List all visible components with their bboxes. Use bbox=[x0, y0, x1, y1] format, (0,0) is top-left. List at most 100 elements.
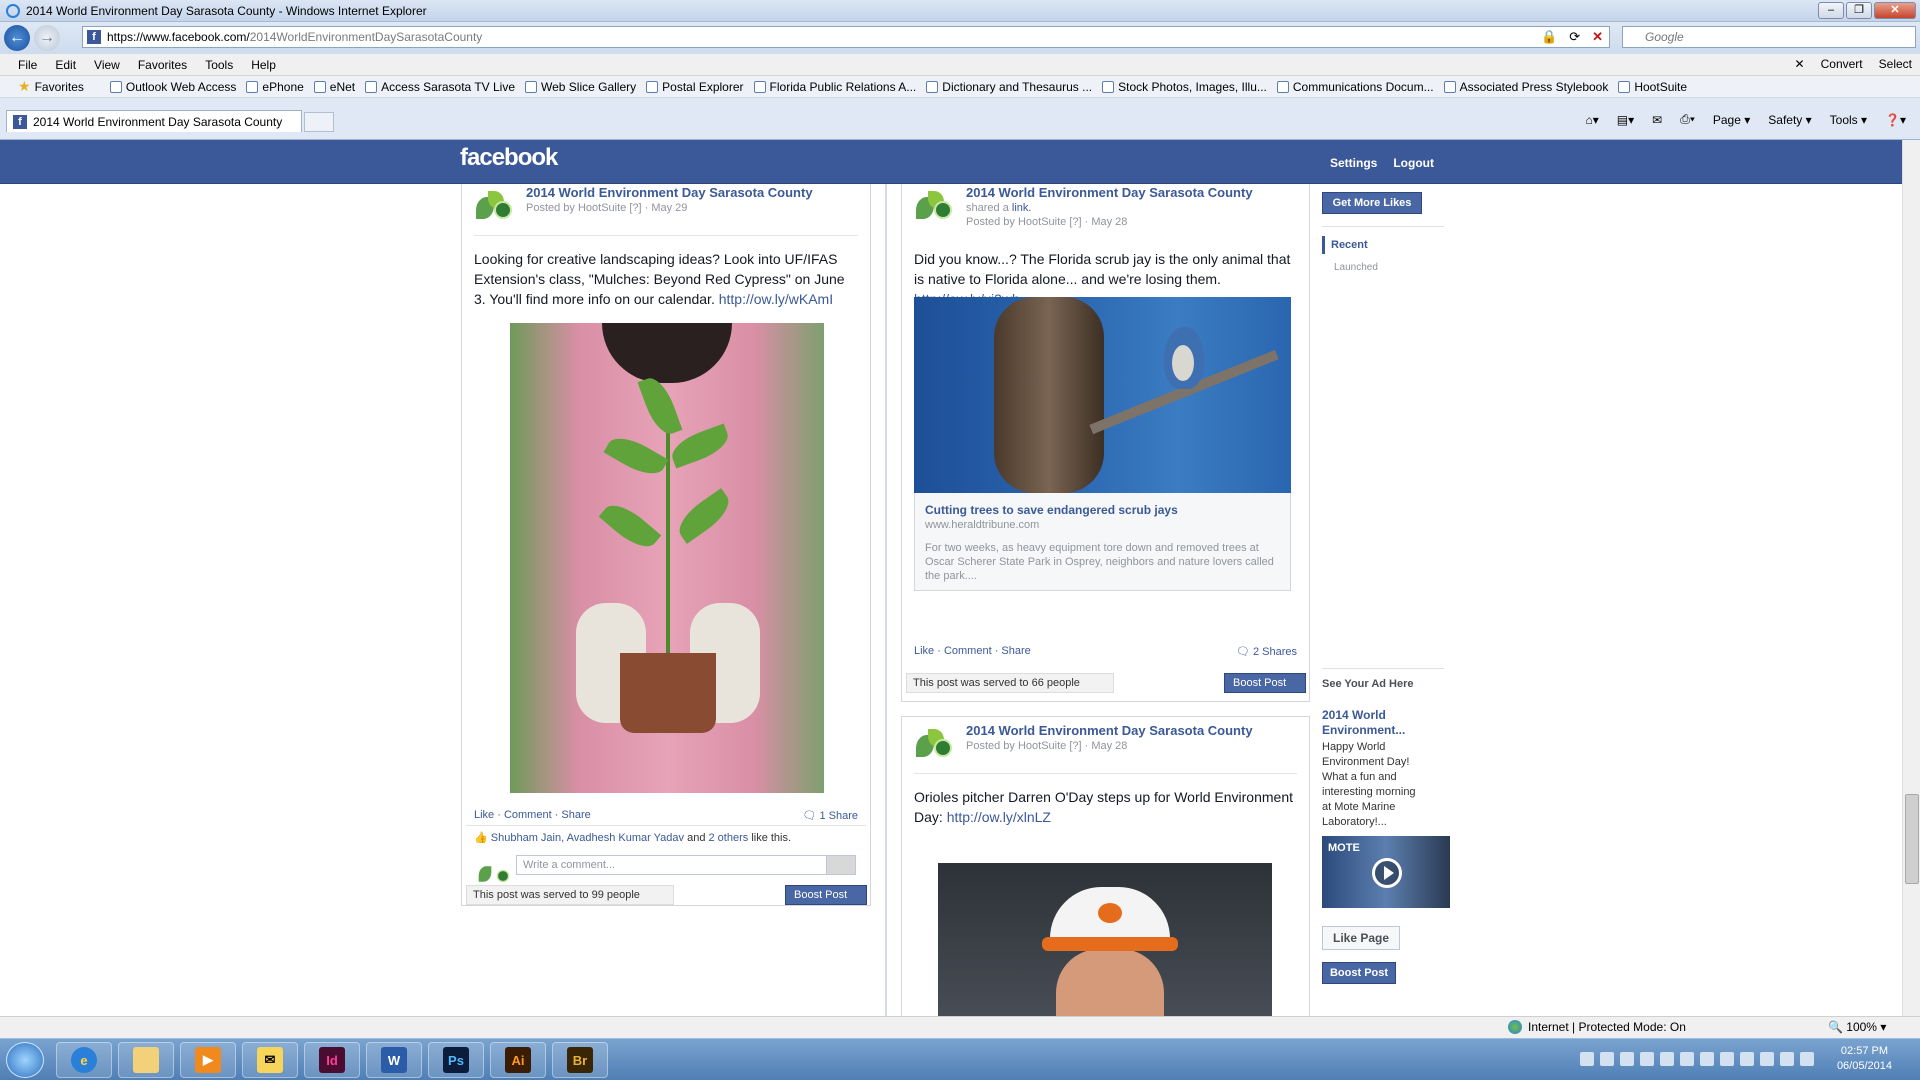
tab-title: 2014 World Environment Day Sarasota Coun… bbox=[33, 114, 283, 129]
taskbar-outlook[interactable]: ✉ bbox=[242, 1042, 298, 1078]
select-button[interactable]: Select bbox=[1879, 57, 1912, 71]
zoom-level[interactable]: 🔍 100% ▾ bbox=[1828, 1020, 1886, 1034]
address-toolbar: ← → f https://www.facebook.com/2014World… bbox=[0, 22, 1920, 54]
lock-icon[interactable]: 🔒 bbox=[1541, 29, 1557, 45]
settings-link[interactable]: Settings bbox=[1330, 156, 1377, 170]
favorite-dictionary[interactable]: Dictionary and Thesaurus ... bbox=[926, 80, 1092, 94]
shared-link[interactable]: link. bbox=[1012, 202, 1032, 214]
taskbar-illustrator[interactable]: Ai bbox=[490, 1042, 546, 1078]
menu-help[interactable]: Help bbox=[251, 58, 276, 72]
favorite-hootsuite[interactable]: HootSuite bbox=[1618, 80, 1687, 94]
share-icon: 🗨 bbox=[802, 810, 817, 822]
favorite-postal-explorer[interactable]: Postal Explorer bbox=[646, 80, 744, 94]
ad-video[interactable]: MOTE bbox=[1322, 836, 1450, 908]
page-menu[interactable]: Page ▾ bbox=[1713, 113, 1750, 127]
shares-count[interactable]: 🗨 1 Share bbox=[802, 809, 858, 822]
sidebar-boost-post-button[interactable]: Boost Post bbox=[1322, 962, 1396, 984]
camera-button[interactable] bbox=[826, 855, 856, 875]
comment-input[interactable]: Write a comment... bbox=[516, 855, 828, 875]
favorite-ap-stylebook[interactable]: Associated Press Stylebook bbox=[1443, 80, 1608, 94]
favorite-ephone[interactable]: ePhone bbox=[246, 80, 304, 94]
post-link[interactable]: http://ow.ly/wKAmI bbox=[719, 291, 833, 307]
taskbar-bridge[interactable]: Br bbox=[552, 1042, 608, 1078]
menu-tools[interactable]: Tools bbox=[205, 58, 233, 72]
facebook-logo[interactable]: facebook bbox=[460, 144, 558, 172]
close-toolbar-icon[interactable]: ✕ bbox=[1795, 57, 1805, 71]
new-tab-button[interactable] bbox=[304, 112, 334, 132]
feeds-icon[interactable]: ▤▾ bbox=[1617, 113, 1634, 127]
taskbar-indesign[interactable]: Id bbox=[304, 1042, 360, 1078]
tab-active[interactable]: f 2014 World Environment Day Sarasota Co… bbox=[6, 110, 302, 132]
taskbar-photoshop[interactable]: Ps bbox=[428, 1042, 484, 1078]
launched-link[interactable]: Launched bbox=[1334, 262, 1378, 273]
recent-link[interactable]: Recent bbox=[1322, 236, 1368, 254]
help-icon[interactable]: ❓▾ bbox=[1885, 113, 1906, 127]
post-link[interactable]: http://ow.ly/xlnLZ bbox=[947, 809, 1051, 825]
boost-post-button[interactable]: Boost Post ⌄ bbox=[785, 885, 867, 914]
tools-menu[interactable]: Tools ▾ bbox=[1830, 113, 1867, 127]
play-icon[interactable] bbox=[1372, 858, 1402, 888]
boost-post-button[interactable]: Boost Post ⌄ bbox=[1224, 673, 1306, 702]
ad-text: Happy World Environment Day! What a fun … bbox=[1322, 741, 1416, 828]
menu-bar: File Edit View Favorites Tools Help ✕ Co… bbox=[0, 54, 1920, 76]
minimize-button[interactable]: – bbox=[1818, 2, 1844, 19]
taskbar-clock[interactable]: 02:57 PM 06/05/2014 bbox=[1837, 1044, 1892, 1074]
taskbar-internet-explorer[interactable]: e bbox=[56, 1042, 112, 1078]
favorite-florida-pr[interactable]: Florida Public Relations A... bbox=[753, 80, 916, 94]
ad-title[interactable]: 2014 World Environment... bbox=[1322, 708, 1442, 738]
post-actions[interactable]: Like · Comment · Share 🗨 2 Shares bbox=[914, 645, 1297, 658]
favorite-communications[interactable]: Communications Docum... bbox=[1276, 80, 1434, 94]
shared-link-label: shared a link. bbox=[966, 202, 1032, 214]
security-zone[interactable]: Internet | Protected Mode: On bbox=[1508, 1020, 1686, 1034]
address-input[interactable]: f https://www.facebook.com/2014WorldEnvi… bbox=[82, 26, 1610, 48]
scrollbar-thumb[interactable] bbox=[1905, 794, 1919, 884]
page-avatar[interactable] bbox=[914, 185, 956, 221]
forward-button[interactable]: → bbox=[34, 25, 60, 51]
post-author[interactable]: 2014 World Environment Day Sarasota Coun… bbox=[966, 185, 1253, 200]
mail-icon[interactable]: ✉ bbox=[1652, 113, 1662, 127]
taskbar-media-player[interactable]: ▶ bbox=[180, 1042, 236, 1078]
back-button[interactable]: ← bbox=[4, 25, 30, 51]
convert-button[interactable]: Convert bbox=[1821, 57, 1863, 71]
post-author[interactable]: 2014 World Environment Day Sarasota Coun… bbox=[966, 723, 1253, 738]
menu-favorites[interactable]: Favorites bbox=[138, 58, 187, 72]
internet-globe-icon bbox=[1508, 1020, 1522, 1034]
menu-edit[interactable]: Edit bbox=[55, 58, 76, 72]
taskbar-explorer[interactable] bbox=[118, 1042, 174, 1078]
post-actions[interactable]: Like · Comment · Share 🗨 1 Share bbox=[474, 809, 858, 822]
system-tray[interactable] bbox=[1580, 1052, 1814, 1066]
menu-file[interactable]: File bbox=[18, 58, 37, 72]
logout-link[interactable]: Logout bbox=[1393, 156, 1434, 170]
post-photo[interactable] bbox=[510, 323, 824, 793]
shares-count[interactable]: 🗨 2 Shares bbox=[1236, 645, 1297, 658]
home-icon[interactable]: ⌂▾ bbox=[1586, 113, 1599, 127]
get-more-likes-button[interactable]: Get More Likes bbox=[1322, 192, 1422, 214]
menu-view[interactable]: View bbox=[94, 58, 120, 72]
print-icon[interactable]: ⎙▾ bbox=[1680, 112, 1695, 127]
page-scrollbar[interactable] bbox=[1902, 140, 1920, 1016]
attachment-title[interactable]: Cutting trees to save endangered scrub j… bbox=[925, 503, 1280, 517]
maximize-button[interactable]: ❐ bbox=[1846, 2, 1872, 19]
favorites-button[interactable]: ★ Favorites bbox=[18, 78, 84, 95]
taskbar-word[interactable]: W bbox=[366, 1042, 422, 1078]
post-author[interactable]: 2014 World Environment Day Sarasota Coun… bbox=[526, 185, 813, 200]
favorite-stock-photos[interactable]: Stock Photos, Images, Illu... bbox=[1102, 80, 1267, 94]
link-preview-image[interactable] bbox=[914, 297, 1291, 493]
ie-icon bbox=[6, 3, 20, 18]
facebook-header: facebook Settings Logout bbox=[0, 140, 1902, 184]
safety-menu[interactable]: Safety ▾ bbox=[1768, 113, 1811, 127]
favorite-web-slice[interactable]: Web Slice Gallery bbox=[525, 80, 636, 94]
refresh-icon[interactable]: ⟳ bbox=[1569, 29, 1580, 45]
favorite-enet[interactable]: eNet bbox=[313, 80, 355, 94]
favorite-outlook[interactable]: Outlook Web Access bbox=[109, 80, 236, 94]
close-window-button[interactable]: ✕ bbox=[1874, 2, 1916, 19]
start-button[interactable] bbox=[6, 1042, 44, 1078]
page-avatar[interactable] bbox=[474, 185, 516, 221]
post-photo[interactable] bbox=[938, 863, 1272, 1016]
favorite-access-sarasota[interactable]: Access Sarasota TV Live bbox=[365, 80, 515, 94]
page-avatar[interactable] bbox=[914, 723, 956, 759]
search-input[interactable]: Google bbox=[1622, 26, 1916, 48]
link-attachment[interactable]: Cutting trees to save endangered scrub j… bbox=[914, 493, 1291, 591]
stop-icon[interactable]: ✕ bbox=[1592, 29, 1603, 45]
like-page-button[interactable]: Like Page bbox=[1322, 926, 1400, 950]
